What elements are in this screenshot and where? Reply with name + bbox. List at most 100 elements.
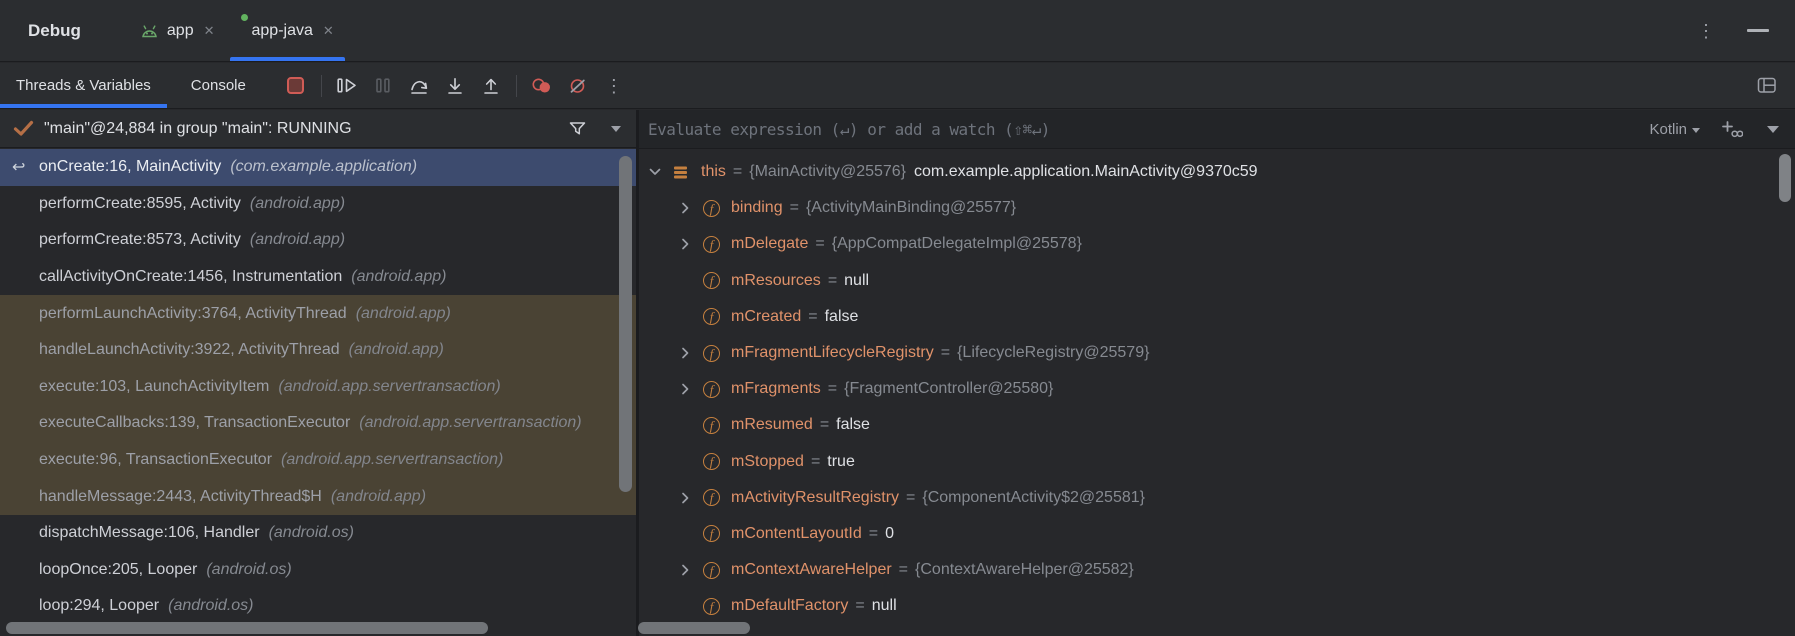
variable-type-icon-slot: f	[703, 525, 731, 542]
tab-threads-variables[interactable]: Threads & Variables	[0, 63, 167, 108]
stack-frame-row[interactable]: execute:96, TransactionExecutor (android…	[0, 442, 636, 479]
filter-frames-icon[interactable]	[568, 121, 587, 136]
stack-frame-row[interactable]: callActivityOnCreate:1456, Instrumentati…	[0, 259, 636, 296]
stack-frame-row[interactable]: handleMessage:2443, ActivityThread$H (an…	[0, 478, 636, 515]
close-icon[interactable]: ✕	[204, 23, 215, 39]
variable-name: this	[701, 163, 726, 181]
stop-icon	[287, 77, 304, 94]
frame-package: (android.app)	[250, 231, 345, 249]
language-selector[interactable]: Kotlin	[1649, 121, 1700, 138]
frame-location: loopOnce:205, Looper	[39, 561, 197, 579]
variable-name: mResources	[731, 272, 821, 290]
stack-frame-row[interactable]: execute:103, LaunchActivityItem (android…	[0, 369, 636, 406]
equals-sign: =	[934, 344, 957, 362]
stack-frame-row[interactable]: ↩ onCreate:16, MainActivity (com.example…	[0, 149, 636, 186]
stack-frame-row[interactable]: loopOnce:205, Looper (android.os)	[0, 552, 636, 589]
expand-chevron-icon[interactable]	[679, 564, 703, 576]
thread-dropdown-chevron-icon[interactable]	[611, 126, 621, 132]
frame-location: onCreate:16, MainActivity	[39, 158, 221, 176]
variable-primitive-value: false	[825, 308, 859, 326]
step-over-icon	[409, 77, 429, 95]
session-tab-app-java[interactable]: app-java ✕	[228, 0, 347, 61]
equals-sign: =	[808, 235, 831, 253]
frames-horizontal-scrollbar[interactable]	[6, 622, 488, 634]
variable-type-icon-slot: f	[703, 308, 731, 325]
tab-label: Console	[191, 77, 246, 94]
variables-horizontal-scrollbar[interactable]	[638, 622, 750, 634]
variable-row[interactable]: f mFragments = {FragmentController@25580…	[639, 371, 1795, 407]
variable-row[interactable]: f binding = {ActivityMainBinding@25577}	[639, 190, 1795, 226]
frame-location: performCreate:8573, Activity	[39, 231, 241, 249]
frame-package: (android.app.servertransaction)	[359, 414, 581, 432]
variable-row[interactable]: f mCreated = false	[639, 299, 1795, 335]
expand-chevron-icon[interactable]	[679, 238, 703, 250]
stack-frame-row[interactable]: executeCallbacks:139, TransactionExecuto…	[0, 405, 636, 442]
variable-primitive-value: true	[827, 453, 855, 471]
frame-location: loop:294, Looper	[39, 597, 159, 615]
expand-chevron-icon[interactable]	[649, 166, 673, 178]
variable-row[interactable]: f mContentLayoutId = 0	[639, 516, 1795, 552]
variable-type-icon-slot: f	[703, 417, 731, 434]
variable-row[interactable]: f mActivityResultRegistry = {ComponentAc…	[639, 480, 1795, 516]
tab-console[interactable]: Console	[175, 63, 262, 108]
stack-frame-row[interactable]: performCreate:8573, Activity (android.ap…	[0, 222, 636, 259]
stop-button[interactable]	[278, 70, 314, 102]
frame-location: performCreate:8595, Activity	[39, 195, 241, 213]
frame-location: callActivityOnCreate:1456, Instrumentati…	[39, 268, 342, 286]
add-watch-button[interactable]	[1722, 120, 1743, 138]
view-breakpoints-button[interactable]	[524, 70, 560, 102]
more-options-icon[interactable]: ⋮	[1697, 22, 1715, 40]
more-toolbar-options-button[interactable]: ⋮	[596, 70, 632, 102]
frame-package: (android.app)	[349, 341, 444, 359]
step-out-button[interactable]	[473, 70, 509, 102]
step-over-button[interactable]	[401, 70, 437, 102]
variable-row[interactable]: f mStopped = true	[639, 444, 1795, 480]
toolbar-separator	[516, 75, 517, 97]
variable-row[interactable]: f mContextAwareHelper = {ContextAwareHel…	[639, 552, 1795, 588]
expand-watches-chevron-icon[interactable]	[1767, 126, 1779, 133]
pause-program-button[interactable]	[365, 70, 401, 102]
variables-tree: this = {MainActivity@25576} com.example.…	[639, 150, 1795, 636]
evaluate-expression-input[interactable]: Evaluate expression (↵) or add a watch (…	[648, 120, 1050, 139]
variable-name: mFragments	[731, 380, 821, 398]
equals-sign: =	[821, 380, 844, 398]
variable-type-icon-slot: f	[703, 200, 731, 217]
frames-vertical-scrollbar[interactable]	[619, 156, 632, 492]
session-tab-app[interactable]: app ✕	[127, 0, 228, 61]
session-tabs: app ✕ app-java ✕	[127, 0, 347, 61]
thread-selector-bar[interactable]: "main"@24,884 in group "main": RUNNING	[0, 110, 636, 148]
stack-frame-row[interactable]: performCreate:8595, Activity (android.ap…	[0, 186, 636, 223]
equals-sign: =	[892, 561, 915, 579]
language-label: Kotlin	[1649, 121, 1687, 138]
frame-package: (android.app)	[331, 488, 426, 506]
close-icon[interactable]: ✕	[323, 23, 334, 39]
variable-name: mActivityResultRegistry	[731, 489, 899, 507]
stack-frame-row[interactable]: performLaunchActivity:3764, ActivityThre…	[0, 295, 636, 332]
variable-row[interactable]: f mDelegate = {AppCompatDelegateImpl@255…	[639, 226, 1795, 262]
expand-chevron-icon[interactable]	[679, 383, 703, 395]
thread-selector-value[interactable]: "main"@24,884 in group "main": RUNNING	[44, 120, 352, 138]
evaluate-expression-bar: Evaluate expression (↵) or add a watch (…	[639, 110, 1795, 149]
stack-frame-row[interactable]: loop:294, Looper (android.os)	[0, 588, 636, 625]
mute-breakpoints-button[interactable]	[560, 70, 596, 102]
expand-chevron-icon[interactable]	[679, 492, 703, 504]
variable-row[interactable]: f mDefaultFactory = null	[639, 588, 1795, 624]
step-into-button[interactable]	[437, 70, 473, 102]
variable-row[interactable]: f mResources = null	[639, 263, 1795, 299]
layout-settings-button[interactable]	[1749, 70, 1785, 102]
add-watch-icon	[1722, 120, 1743, 138]
minimize-icon[interactable]	[1747, 29, 1769, 32]
expand-chevron-icon[interactable]	[679, 202, 703, 214]
stack-frame-row[interactable]: handleLaunchActivity:3922, ActivityThrea…	[0, 332, 636, 369]
variable-row[interactable]: this = {MainActivity@25576} com.example.…	[639, 154, 1795, 190]
expand-chevron-icon[interactable]	[679, 347, 703, 359]
frame-package: (android.app)	[351, 268, 446, 286]
variable-row[interactable]: f mResumed = false	[639, 407, 1795, 443]
variables-vertical-scrollbar[interactable]	[1779, 154, 1791, 202]
stack-frame-row[interactable]: dispatchMessage:106, Handler (android.os…	[0, 515, 636, 552]
resume-program-button[interactable]	[329, 70, 365, 102]
variable-row[interactable]: f mFragmentLifecycleRegistry = {Lifecycl…	[639, 335, 1795, 371]
field-icon: f	[703, 345, 720, 362]
step-out-icon	[482, 77, 500, 95]
toolbar-separator	[321, 75, 322, 97]
